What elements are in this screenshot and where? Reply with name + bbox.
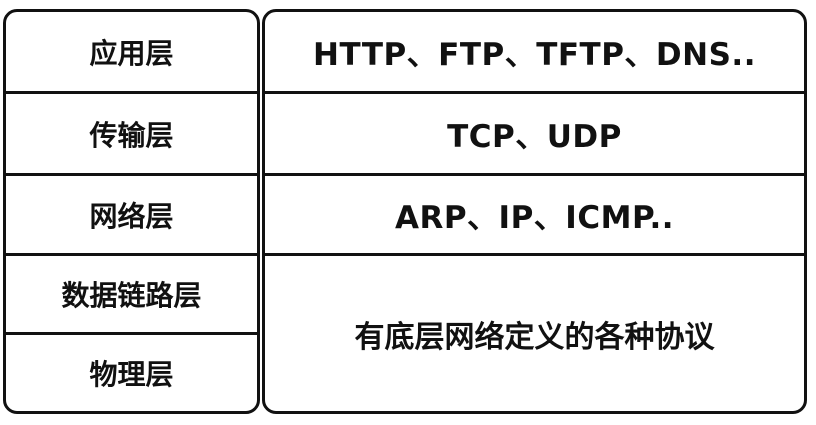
layer-names-column: 应用层 传输层 网络层 数据链路层 物理层 xyxy=(3,9,260,414)
layer-row-data-link: 数据链路层 xyxy=(6,256,257,332)
protocol-row-application: HTTP、FTP、TFTP、DNS.. xyxy=(265,12,804,91)
layer-row-application: 应用层 xyxy=(6,12,257,91)
protocol-row-lower-layers: 有底层网络定义的各种协议 xyxy=(265,256,804,411)
protocol-list: HTTP、FTP、TFTP、DNS.. xyxy=(313,37,756,73)
protocols-column: HTTP、FTP、TFTP、DNS.. TCP、UDP ARP、IP、ICMP.… xyxy=(262,9,807,414)
protocol-row-transport: TCP、UDP xyxy=(265,94,804,173)
protocol-list: 有底层网络定义的各种协议 xyxy=(354,319,715,355)
layer-row-transport: 传输层 xyxy=(6,94,257,173)
layer-name: 应用层 xyxy=(89,36,174,70)
layer-name: 物理层 xyxy=(89,358,174,391)
protocol-list: ARP、IP、ICMP.. xyxy=(394,200,675,236)
layer-row-network: 网络层 xyxy=(6,176,257,253)
layer-row-physical: 物理层 xyxy=(6,335,257,411)
layer-name: 传输层 xyxy=(89,118,174,152)
protocol-row-network: ARP、IP、ICMP.. xyxy=(265,176,804,253)
layer-name: 网络层 xyxy=(89,199,174,233)
protocol-list: TCP、UDP xyxy=(447,119,622,155)
layer-name: 数据链路层 xyxy=(61,279,202,312)
